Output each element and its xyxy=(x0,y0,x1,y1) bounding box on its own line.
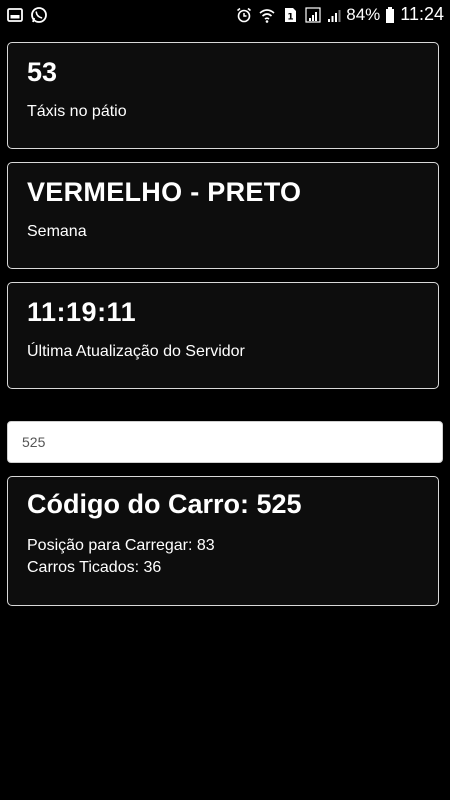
status-time: 11:24 xyxy=(400,4,444,24)
last-update-label: Última Atualização do Servidor xyxy=(27,343,245,360)
taxis-label: Táxis no pátio xyxy=(27,103,127,120)
taxis-count: 53 xyxy=(27,57,58,87)
taxis-in-yard-card: 53 Táxis no pátio xyxy=(7,42,439,149)
load-position: Posição para Carregar: 83 xyxy=(27,537,215,554)
cell-signal-icon xyxy=(327,6,341,24)
whatsapp-icon xyxy=(30,6,48,24)
signal-icon xyxy=(304,6,322,24)
battery-percent: 84% xyxy=(346,4,381,24)
alarm-icon xyxy=(235,6,253,24)
ticked-cars: Carros Ticados: 36 xyxy=(27,559,162,576)
gallery-icon xyxy=(6,6,24,24)
battery-icon xyxy=(385,6,395,24)
last-update-time: 11:19:11 xyxy=(27,297,137,327)
wifi-icon xyxy=(258,6,276,24)
sim-icon: 1 xyxy=(281,6,299,24)
car-code-title: Código do Carro: 525 xyxy=(27,489,302,519)
week-value: VERMELHO - PRETO xyxy=(27,177,302,207)
week-card: VERMELHO - PRETO Semana xyxy=(7,162,439,269)
status-bar-left xyxy=(6,6,48,24)
svg-text:1: 1 xyxy=(288,12,294,22)
last-update-card: 11:19:11 Última Atualização do Servidor xyxy=(7,282,439,389)
week-label: Semana xyxy=(27,223,87,240)
car-code-input[interactable] xyxy=(7,421,443,463)
status-bar-right: 1 84% 11:24 xyxy=(235,4,444,25)
car-info-card: Código do Carro: 525 Posição para Carreg… xyxy=(7,476,439,606)
status-bar: 1 84% 11:24 xyxy=(0,0,450,32)
